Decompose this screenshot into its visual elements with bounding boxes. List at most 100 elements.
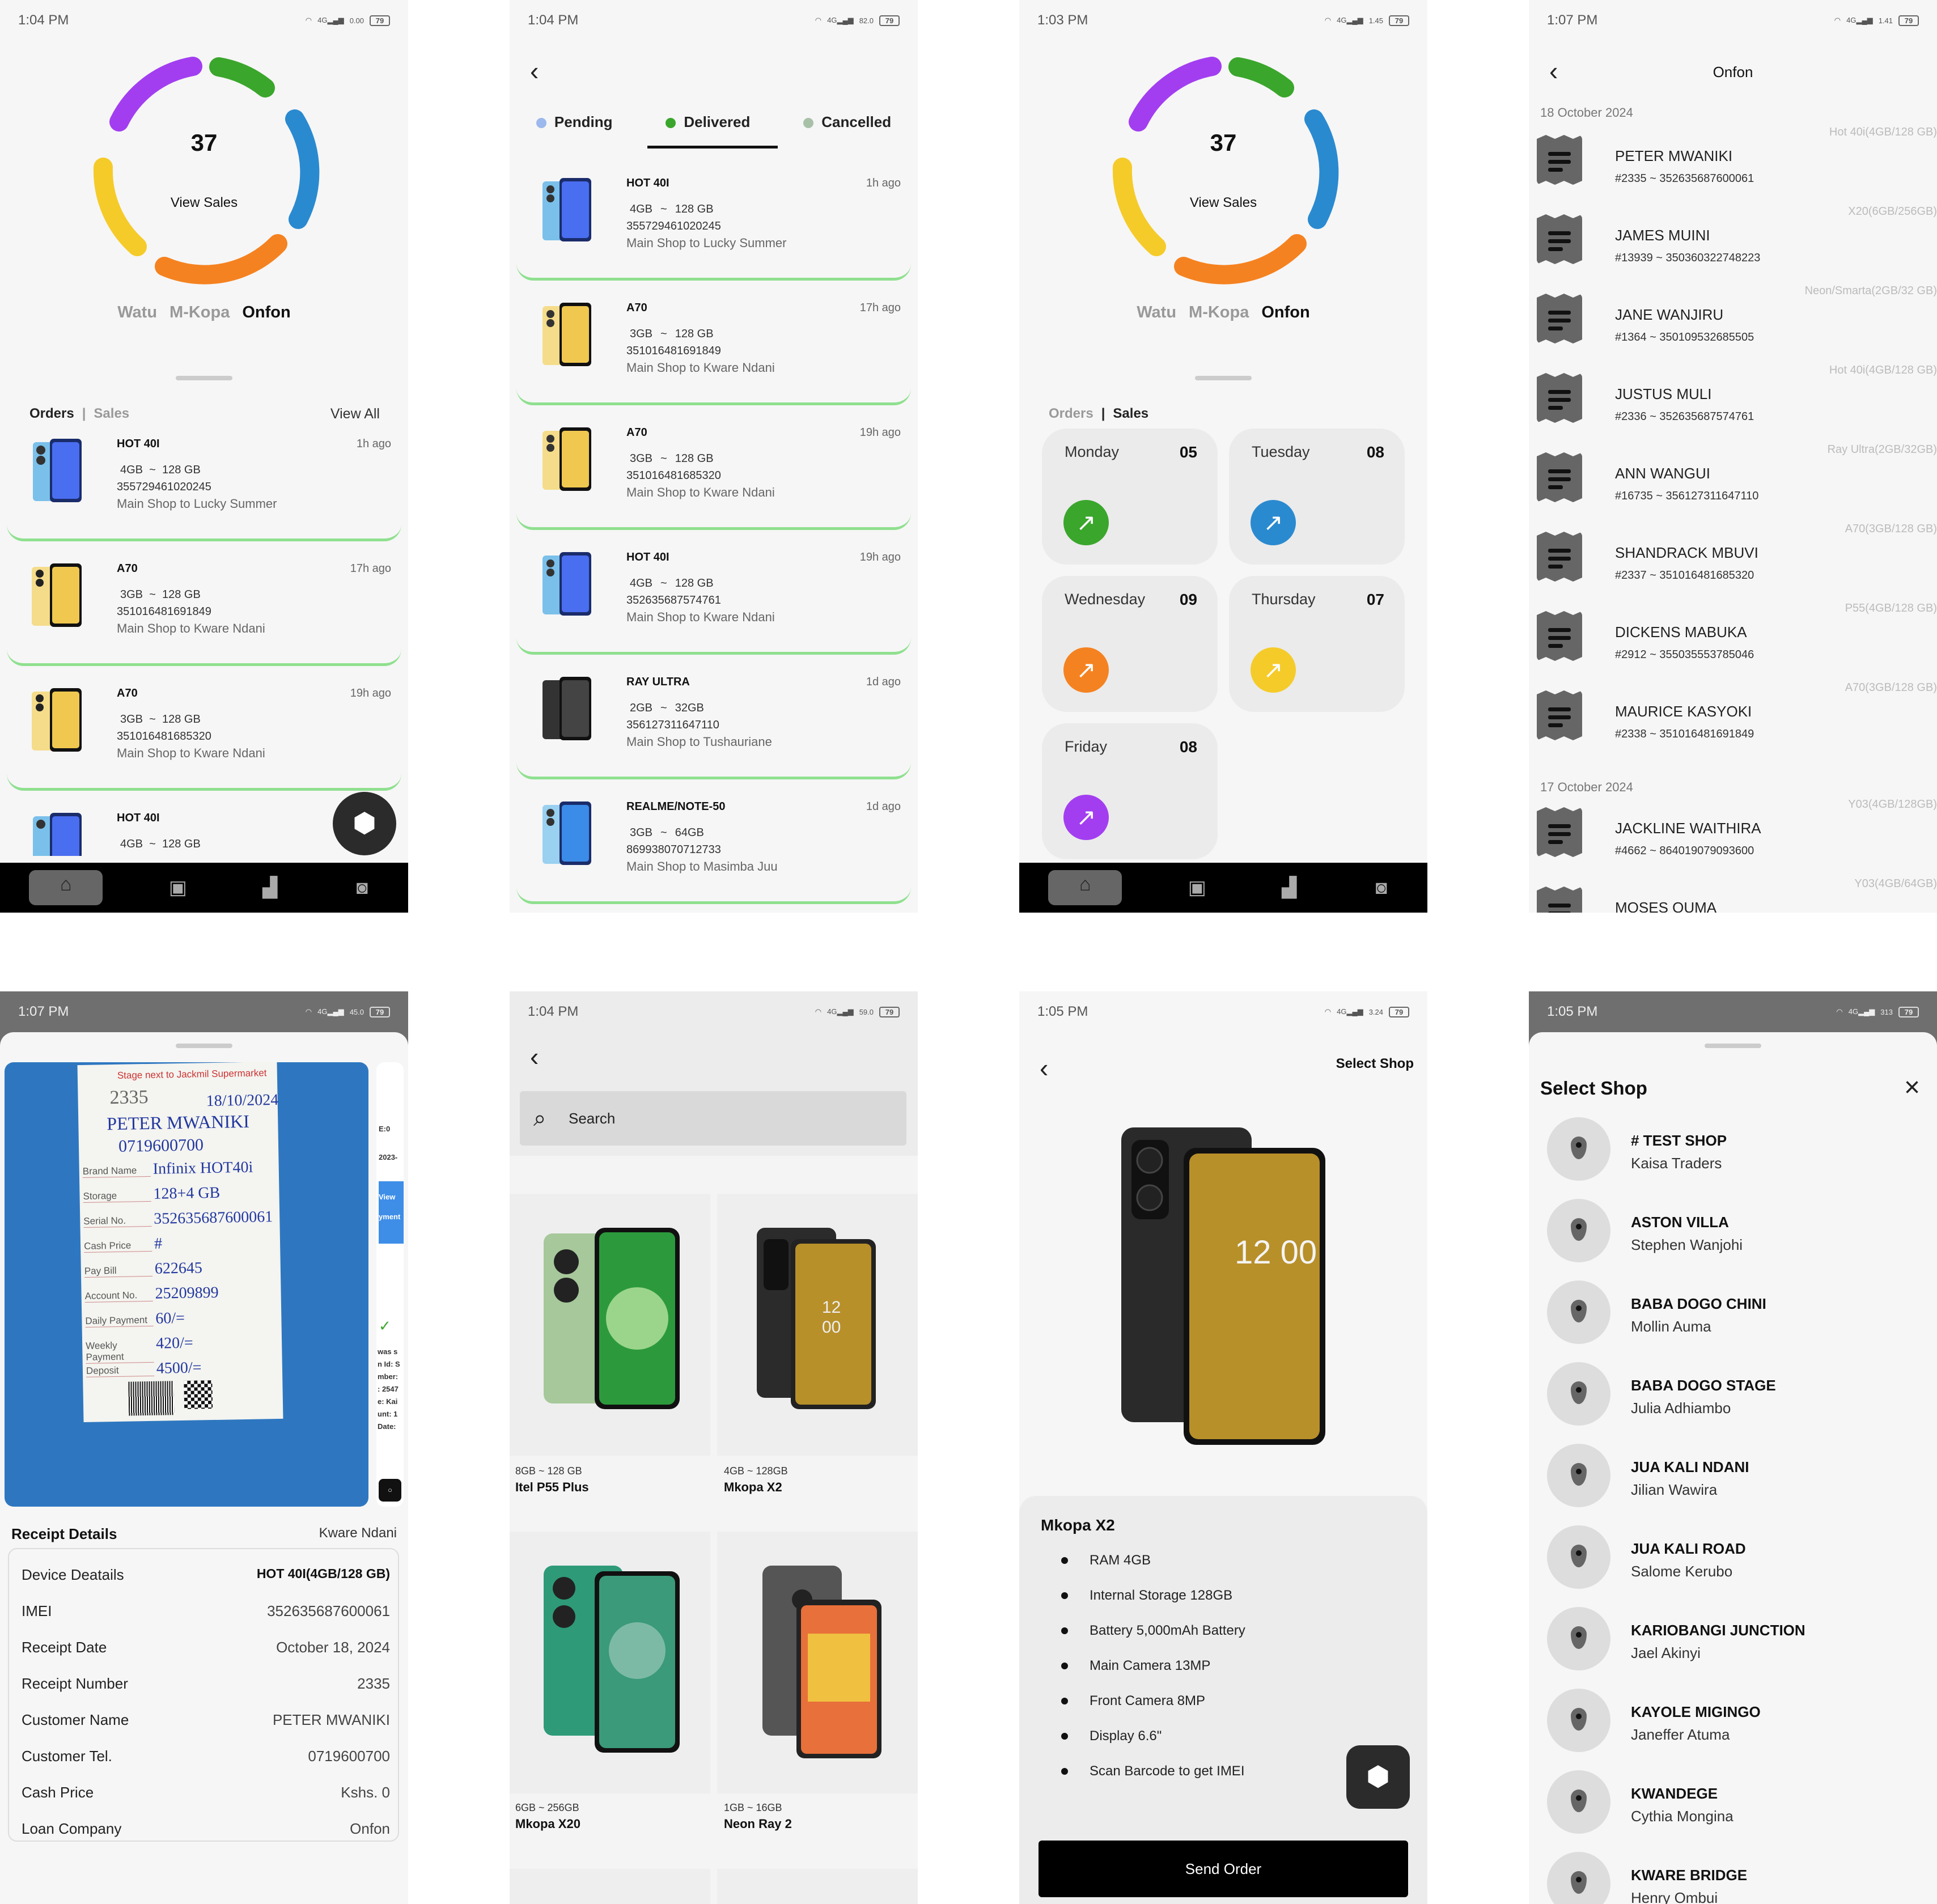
delivery-model: HOT 40I (626, 177, 669, 189)
nav-home-icon[interactable]: ⌂ (29, 870, 103, 905)
customer-name: JUSTUS MULI (1615, 385, 1712, 402)
product-name[interactable]: Mkopa X20 (515, 1817, 580, 1831)
back-arrow-icon[interactable]: ‹ (530, 1044, 539, 1070)
sheet-grab-handle[interactable] (176, 1044, 232, 1048)
sale-row[interactable]: Y03(4GB/128GB) JACKLINE WAITHIRA #4662 ~ 8… (1529, 798, 1937, 877)
paper-name: PETER MWANIKI (107, 1110, 250, 1134)
shop-item[interactable]: JUA KALI ROAD Salome Kerubo (1547, 1517, 1921, 1599)
shop-item[interactable]: KAYOLE MIGINGO Janeffer Atuma (1547, 1681, 1921, 1762)
arrow-up-right-icon[interactable]: ↗ (1251, 647, 1296, 693)
product-name[interactable]: Neon Ray 2 (724, 1817, 792, 1831)
sale-row[interactable]: Y03(4GB/64GB) MOSES OUMA (1529, 877, 1937, 913)
location-pin-icon (1547, 1770, 1610, 1834)
sales-day-card[interactable]: Tuesday 08 ↗ (1229, 429, 1405, 565)
company-tab-onfon[interactable]: Onfon (242, 303, 290, 322)
arrow-up-right-icon[interactable]: ↗ (1251, 500, 1296, 545)
shop-item[interactable]: # TEST SHOP Kaisa Traders (1547, 1109, 1921, 1191)
pin-shape (1571, 1545, 1587, 1567)
peek-text: : 2547 (378, 1385, 399, 1393)
delivery-card[interactable]: A70 19h ago 3GB ~128 GB 351016481685320 Main … (516, 414, 911, 530)
company-tab-watu[interactable]: Watu (117, 303, 157, 322)
order-card[interactable]: A70 19h ago 3GB ~ 128 GB 351016481685320… (7, 675, 401, 791)
product-card[interactable] (717, 1532, 918, 1793)
product-card[interactable] (510, 1532, 710, 1793)
arrow-up-right-icon[interactable]: ↗ (1063, 795, 1109, 840)
select-shop-link[interactable]: Select Shop (1336, 1056, 1414, 1072)
order-model: HOT 40I (117, 812, 160, 824)
box-scan-fab-button[interactable]: ⬢ (333, 792, 396, 855)
nav-chart-icon[interactable]: ▟ (253, 873, 287, 902)
sale-row[interactable]: P55(4GB/128 GB) DICKENS MABUKA #2912 ~ 355… (1529, 602, 1937, 681)
orders-tab[interactable]: Orders (29, 406, 74, 422)
arrow-up-right-icon[interactable]: ↗ (1063, 647, 1109, 693)
product-card[interactable]: 12 00 (717, 1194, 918, 1456)
sales-day-card[interactable]: Thursday 07 ↗ (1229, 576, 1405, 712)
orders-tab[interactable]: Orders (1049, 406, 1093, 422)
nav-box-icon[interactable]: ▣ (161, 873, 195, 902)
shop-item[interactable]: KWARE BRIDGE Henry Ombui (1547, 1844, 1921, 1904)
delivery-card[interactable]: HOT 40I 19h ago 4GB ~128 GB 352635687574761 M… (516, 538, 911, 655)
back-arrow-icon[interactable]: ‹ (530, 58, 539, 84)
company-tab-onfon[interactable]: Onfon (1261, 303, 1309, 322)
delivery-card[interactable]: REALME/NOTE-50 1d ago 3GB ~64GB 869938070712… (516, 788, 911, 904)
sheet-grab-handle[interactable] (1195, 376, 1252, 380)
delivery-card[interactable]: A70 17h ago 3GB ~128 GB 351016481691849 Main … (516, 289, 911, 405)
search-input[interactable]: ⌕ Search (520, 1091, 906, 1146)
product-card[interactable] (717, 1869, 918, 1904)
product-name[interactable]: Itel P55 Plus (515, 1480, 589, 1495)
next-receipt-peek[interactable]: E:0 2023- View yment ✓ was sn Id: Smber::… (376, 1062, 404, 1507)
shop-item[interactable]: BABA DOGO CHINI Mollin Auma (1547, 1273, 1921, 1354)
shop-item[interactable]: JUA KALI NDANI Jilian Wawira (1547, 1436, 1921, 1517)
tab-delivered[interactable]: Delivered (666, 113, 750, 131)
sales-day-card[interactable]: Monday 05 ↗ (1042, 429, 1218, 565)
order-card[interactable]: A70 17h ago 3GB ~ 128 GB 351016481691849… (7, 550, 401, 666)
product-card[interactable] (510, 1869, 710, 1904)
product-name[interactable]: Mkopa X2 (724, 1480, 782, 1495)
sheet-grab-handle[interactable] (1705, 1044, 1761, 1048)
company-tab-mkopa[interactable]: M-Kopa (1189, 303, 1249, 322)
company-tab-watu[interactable]: Watu (1137, 303, 1176, 322)
nav-box-icon[interactable]: ▣ (1180, 873, 1214, 902)
shop-item[interactable]: BABA DOGO STAGE Julia Adhiambo (1547, 1354, 1921, 1436)
sales-day-card[interactable]: Friday 08 ↗ (1042, 723, 1218, 859)
view-sales-link[interactable]: View Sales (0, 195, 408, 211)
company-tab-mkopa[interactable]: M-Kopa (169, 303, 230, 322)
delivery-card[interactable]: HOT 40I 1h ago 4GB ~128 GB 355729461020245 Ma… (516, 164, 911, 281)
sales-tab[interactable]: Sales (1113, 406, 1148, 422)
sales-day-card[interactable]: Wednesday 09 ↗ (1042, 576, 1218, 712)
sale-row[interactable]: Neon/Smarta(2GB/32 GB) JANE WANJIRU #1364 … (1529, 285, 1937, 364)
order-card[interactable]: HOT 40I 1h ago 4GB ~ 128 GB 355729461020… (7, 425, 401, 541)
view-sales-link[interactable]: View Sales (1019, 195, 1427, 211)
sale-row[interactable]: X20(6GB/256GB) JAMES MUINI #13939 ~ 350360… (1529, 205, 1937, 285)
shop-item[interactable]: KARIOBANGI JUNCTION Jael Akinyi (1547, 1599, 1921, 1681)
company-tabs: Watu M-Kopa Onfon (0, 303, 408, 322)
nav-profile-icon[interactable]: ◙ (1364, 873, 1398, 902)
delivery-card[interactable]: RAY ULTRA 1d ago 2GB ~32GB 356127311647110 Ma… (516, 663, 911, 779)
sales-ring-chart[interactable] (1104, 48, 1342, 286)
delivery-route: Main Shop to Tushauriane (626, 735, 772, 749)
shop-item[interactable]: KWANDEGE Cythia Mongina (1547, 1762, 1921, 1844)
send-order-button[interactable]: Send Order (1039, 1841, 1408, 1897)
sales-ring-chart[interactable] (85, 48, 323, 286)
arrow-up-right-icon[interactable]: ↗ (1063, 500, 1109, 545)
sale-row[interactable]: A70(3GB/128 GB) MAURICE KASYOKI #2338 ~ 35… (1529, 681, 1937, 761)
product-card[interactable] (510, 1194, 710, 1456)
sheet-grab-handle[interactable] (176, 376, 232, 380)
sales-tab[interactable]: Sales (94, 406, 129, 422)
nav-profile-icon[interactable]: ◙ (345, 873, 379, 902)
wifi-icon: ◠ (1324, 1007, 1332, 1016)
sale-row[interactable]: Ray Ultra(2GB/32GB) ANN WANGUI #16735 ~ 35… (1529, 443, 1937, 523)
scan-barcode-button[interactable]: ⬢ (1346, 1745, 1410, 1809)
receipt-photo[interactable]: Stage next to Jackmil Supermarket 2335 1… (5, 1062, 368, 1507)
sale-row[interactable]: A70(3GB/128 GB) SHANDRACK MBUVI #2337 ~ 35… (1529, 523, 1937, 602)
sale-row[interactable]: Hot 40i(4GB/128 GB) PETER MWANIKI #2335 ~ … (1529, 126, 1937, 205)
back-arrow-icon[interactable]: ‹ (1040, 1055, 1048, 1081)
sale-row[interactable]: Hot 40i(4GB/128 GB) JUSTUS MULI #2336 ~ 35… (1529, 364, 1937, 443)
tab-pending[interactable]: Pending (536, 113, 612, 131)
close-icon[interactable]: × (1904, 1072, 1920, 1103)
shop-item[interactable]: ASTON VILLA Stephen Wanjohi (1547, 1191, 1921, 1273)
nav-chart-icon[interactable]: ▟ (1272, 873, 1306, 902)
tab-cancelled[interactable]: Cancelled (803, 113, 891, 131)
nav-home-icon[interactable]: ⌂ (1048, 870, 1122, 905)
view-all-link[interactable]: View All (330, 406, 380, 422)
